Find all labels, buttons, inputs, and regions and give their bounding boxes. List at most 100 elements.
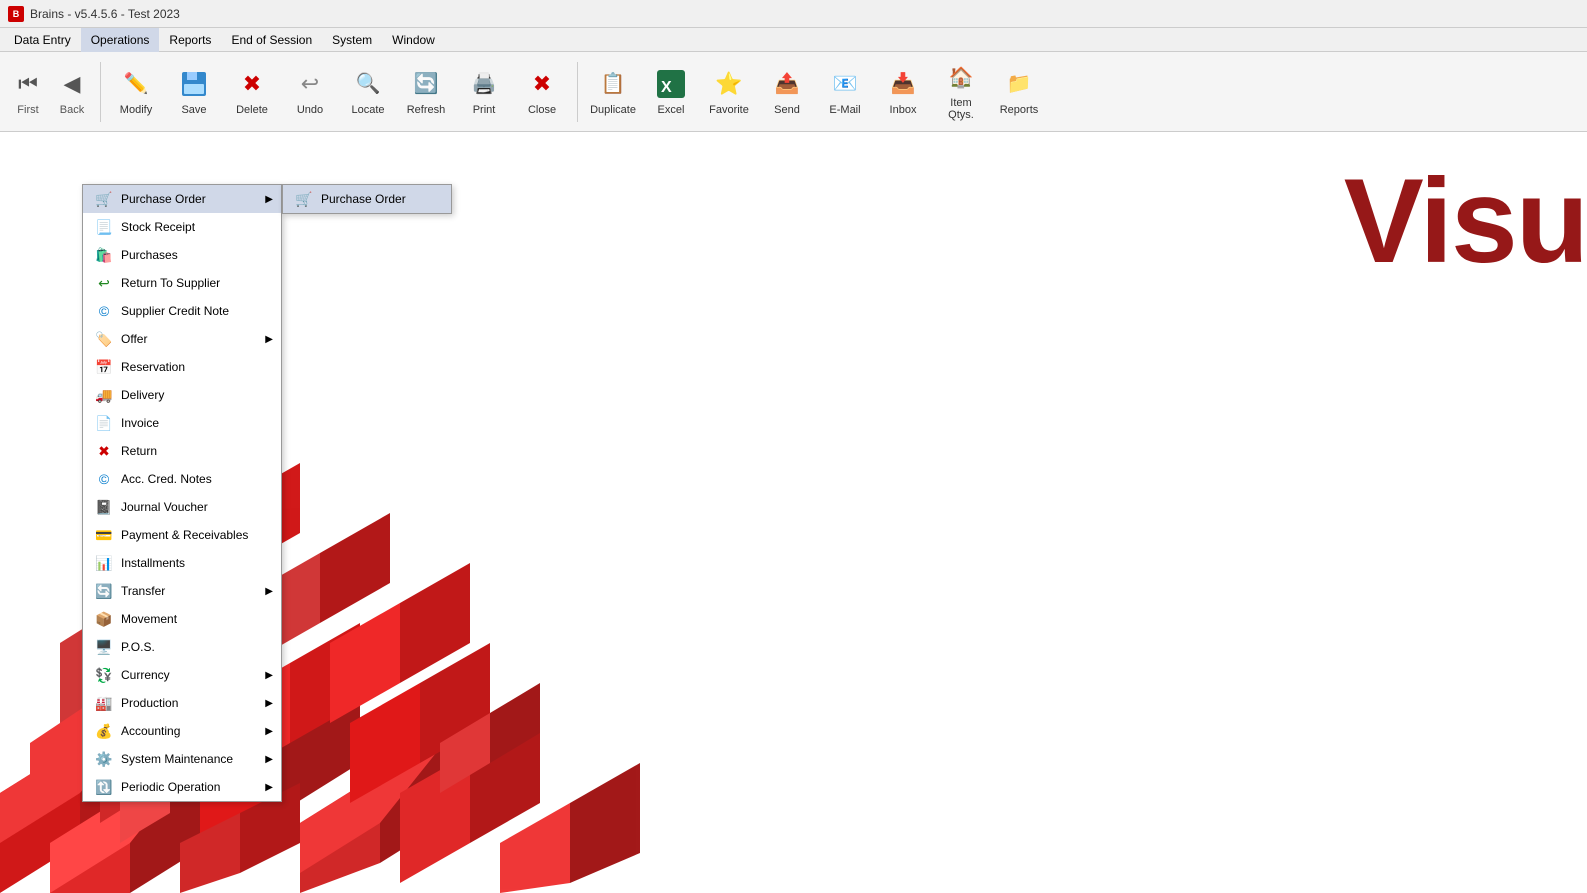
first-button[interactable]: ⏮ First [8,58,48,126]
toolbar-separator-1 [100,62,101,122]
operations-installments[interactable]: 📊 Installments [83,549,281,577]
svg-text:X: X [661,79,672,96]
reports-icon: 📁 [1003,68,1035,100]
operations-reservation[interactable]: 📅 Reservation [83,353,281,381]
operations-dropdown: 🛒 Purchase Order ▶ 📃 Stock Receipt 🛍️ Pu… [82,184,282,802]
operations-purchase-order[interactable]: 🛒 Purchase Order ▶ [83,185,281,213]
operations-journal-voucher[interactable]: 📓 Journal Voucher [83,493,281,521]
purchase-order-sub-label: Purchase Order [321,192,406,206]
stock-receipt-icon: 📃 [95,218,113,236]
operations-delivery[interactable]: 🚚 Delivery [83,381,281,409]
send-label: Send [774,104,800,116]
accounting-label: Accounting [121,724,180,738]
close-icon: ✖ [526,68,558,100]
excel-icon: X [655,68,687,100]
inbox-button[interactable]: 📥 Inbox [876,58,930,126]
operations-supplier-credit-note[interactable]: © Supplier Credit Note [83,297,281,325]
operations-system-maintenance[interactable]: ⚙️ System Maintenance ▶ [83,745,281,773]
purchase-order-arrow: ▶ [265,194,273,205]
menu-system[interactable]: System [322,28,382,52]
favorite-label: Favorite [709,104,749,116]
accounting-icon: 💰 [95,722,113,740]
favorite-button[interactable]: ⭐ Favorite [702,58,756,126]
operations-periodic-operation[interactable]: 🔃 Periodic Operation ▶ [83,773,281,801]
delete-button[interactable]: ✖ Delete [225,58,279,126]
operations-transfer[interactable]: 🔄 Transfer ▶ [83,577,281,605]
reports-button[interactable]: 📁 Reports [992,58,1046,126]
refresh-icon: 🔄 [410,68,442,100]
return-to-supplier-label: Return To Supplier [121,276,220,290]
locate-label: Locate [351,104,384,116]
currency-arrow: ▶ [265,670,273,681]
send-button[interactable]: 📤 Send [760,58,814,126]
refresh-button[interactable]: 🔄 Refresh [399,58,453,126]
delivery-label: Delivery [121,388,164,402]
movement-label: Movement [121,612,177,626]
menu-operations[interactable]: Operations [81,28,160,52]
purchase-order-submenu-item[interactable]: 🛒 Purchase Order [283,185,451,213]
save-button[interactable]: Save [167,58,221,126]
duplicate-icon: 📋 [597,68,629,100]
production-icon: 🏭 [95,694,113,712]
operations-invoice[interactable]: 📄 Invoice [83,409,281,437]
modify-button[interactable]: ✏️ Modify [109,58,163,126]
close-button[interactable]: ✖ Close [515,58,569,126]
email-button[interactable]: 📧 E-Mail [818,58,872,126]
menu-end-of-session[interactable]: End of Session [221,28,322,52]
payment-receivables-icon: 💳 [95,526,113,544]
item-qtys-icon: 🏠 [945,63,977,93]
offer-icon: 🏷️ [95,330,113,348]
movement-icon: 📦 [95,610,113,628]
refresh-label: Refresh [407,104,446,116]
offer-label: Offer [121,332,147,346]
app-icon: B [8,6,24,22]
journal-voucher-icon: 📓 [95,498,113,516]
close-label: Close [528,104,556,116]
item-qtys-button[interactable]: 🏠 Item Qtys. [934,58,988,126]
operations-acc-cred-notes[interactable]: © Acc. Cred. Notes [83,465,281,493]
inbox-label: Inbox [890,104,917,116]
menu-data-entry[interactable]: Data Entry [4,28,81,52]
print-button[interactable]: 🖨️ Print [457,58,511,126]
back-icon: ◀ [56,68,88,100]
delete-label: Delete [236,104,268,116]
operations-offer[interactable]: 🏷️ Offer ▶ [83,325,281,353]
operations-return-to-supplier[interactable]: ↩ Return To Supplier [83,269,281,297]
back-label: Back [60,104,84,116]
locate-button[interactable]: 🔍 Locate [341,58,395,126]
toolbar: ⏮ First ◀ Back ✏️ Modify Save ✖ Delete ↩… [0,52,1587,132]
return-label: Return [121,444,157,458]
operations-accounting[interactable]: 💰 Accounting ▶ [83,717,281,745]
operations-purchases[interactable]: 🛍️ Purchases [83,241,281,269]
return-icon: ✖ [95,442,113,460]
periodic-operation-icon: 🔃 [95,778,113,796]
menu-reports[interactable]: Reports [159,28,221,52]
operations-movement[interactable]: 📦 Movement [83,605,281,633]
excel-button[interactable]: X Excel [644,58,698,126]
back-button[interactable]: ◀ Back [52,58,92,126]
transfer-arrow: ▶ [265,586,273,597]
duplicate-button[interactable]: 📋 Duplicate [586,58,640,126]
menu-window[interactable]: Window [382,28,445,52]
production-arrow: ▶ [265,698,273,709]
toolbar-separator-2 [577,62,578,122]
transfer-icon: 🔄 [95,582,113,600]
purchase-order-sub-icon: 🛒 [295,190,313,208]
duplicate-label: Duplicate [590,104,636,116]
favorite-icon: ⭐ [713,68,745,100]
operations-payment-receivables[interactable]: 💳 Payment & Receivables [83,521,281,549]
production-label: Production [121,696,178,710]
operations-currency[interactable]: 💱 Currency ▶ [83,661,281,689]
operations-pos[interactable]: 🖥️ P.O.S. [83,633,281,661]
reservation-icon: 📅 [95,358,113,376]
print-label: Print [473,104,496,116]
installments-icon: 📊 [95,554,113,572]
operations-production[interactable]: 🏭 Production ▶ [83,689,281,717]
currency-label: Currency [121,668,170,682]
undo-button[interactable]: ↩ Undo [283,58,337,126]
operations-stock-receipt[interactable]: 📃 Stock Receipt [83,213,281,241]
operations-return[interactable]: ✖ Return [83,437,281,465]
system-maintenance-arrow: ▶ [265,754,273,765]
invoice-label: Invoice [121,416,159,430]
installments-label: Installments [121,556,185,570]
